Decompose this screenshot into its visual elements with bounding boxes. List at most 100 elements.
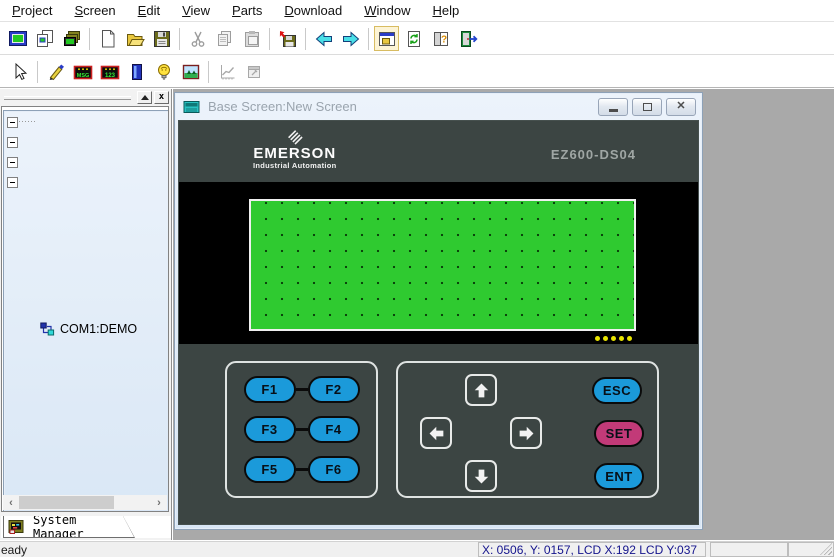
numeric-display-icon[interactable]: 123: [97, 59, 122, 84]
panel-collapse-button[interactable]: [137, 91, 152, 104]
device-key-set: SET: [594, 420, 644, 447]
device-key-f6: F6: [308, 456, 360, 483]
restore-icon: [643, 103, 652, 111]
register-icon[interactable]: [124, 59, 149, 84]
mdi-area: Base Screen:New Screen ✕: [173, 89, 834, 540]
prev-screen-icon[interactable]: [311, 26, 336, 51]
status-coordinates: X: 0506, Y: 0157, LCD X:192 LCD Y:037: [478, 542, 706, 557]
device-mockup: EMERSON Industrial Automation EZ600-DS04…: [178, 120, 699, 525]
refresh-icon[interactable]: [401, 26, 426, 51]
nav-key-group: ESCSETENT: [396, 361, 659, 498]
open-file-icon[interactable]: [122, 26, 147, 51]
message-display-icon[interactable]: MSG: [70, 59, 95, 84]
tree-expander[interactable]: [7, 117, 18, 128]
screen-cascade-icon[interactable]: [59, 26, 84, 51]
device-model-label: EZ600-DS04: [551, 147, 636, 162]
minimize-button[interactable]: [598, 98, 628, 116]
svg-text:?: ?: [440, 34, 446, 45]
toolbar-separator: [368, 28, 369, 50]
status-bar: eady X: 0506, Y: 0157, LCD X:192 LCD Y:0…: [0, 541, 834, 557]
key-connector: [296, 428, 308, 431]
key-connector: [296, 468, 308, 471]
panel-tab-row: System Manager: [1, 516, 171, 538]
menu-screen[interactable]: Screen: [63, 0, 126, 21]
menu-view[interactable]: View: [171, 0, 221, 21]
select-cursor-icon[interactable]: [7, 59, 32, 84]
copy-icon: [212, 26, 237, 51]
menu-help[interactable]: Help: [421, 0, 470, 21]
device-key-f1: F1: [244, 376, 296, 403]
panel-gripper[interactable]: [4, 96, 131, 100]
device-bezel-top: EMERSON Industrial Automation EZ600-DS04: [179, 121, 698, 182]
toolbar-separator: [269, 28, 270, 50]
new-file-icon[interactable]: [95, 26, 120, 51]
save-icon[interactable]: [149, 26, 174, 51]
emerson-diamond-icon: [285, 129, 305, 145]
toolbar-separator: [37, 61, 38, 83]
panel-header: x: [0, 89, 171, 106]
toolbar-separator: [89, 28, 90, 50]
tree-expander[interactable]: [7, 137, 18, 148]
led-row: [595, 336, 632, 341]
cut-icon: [185, 26, 210, 51]
device-key-arrow-down: [465, 460, 497, 492]
tab-system-manager[interactable]: System Manager: [3, 516, 135, 538]
trend-chart-icon: [214, 59, 239, 84]
project-tree: 10Screen ManagerNew Screen10Image Manage…: [2, 107, 168, 192]
device-key-ent: ENT: [594, 463, 644, 490]
menu-edit[interactable]: Edit: [127, 0, 171, 21]
help-icon[interactable]: ?: [428, 26, 453, 51]
exit-icon[interactable]: [455, 26, 480, 51]
device-key-arrow-left: [420, 417, 452, 449]
up-triangle-icon: [141, 95, 149, 100]
workspace: x 10Screen ManagerNew Screen10Image Mana…: [0, 89, 834, 540]
menu-window[interactable]: Window: [353, 0, 421, 21]
device-key-f5: F5: [244, 456, 296, 483]
tab-label: System Manager: [33, 513, 134, 541]
child-window-titlebar[interactable]: Base Screen:New Screen ✕: [175, 93, 702, 120]
tree-horizontal-scrollbar[interactable]: ‹ ›: [3, 495, 167, 510]
tree-item-com1-demo[interactable]: COM1:DEMO: [3, 110, 169, 512]
panel-close-button[interactable]: x: [154, 91, 169, 104]
close-button[interactable]: ✕: [666, 98, 696, 116]
device-key-f4: F4: [308, 416, 360, 443]
device-key-arrow-up: [465, 374, 497, 406]
scrollbar-track[interactable]: [19, 495, 151, 510]
base-screen-window: Base Screen:New Screen ✕: [174, 92, 703, 530]
com-port-icon: [38, 321, 56, 337]
lcd-canvas[interactable]: [249, 199, 636, 331]
child-window-title: Base Screen:New Screen: [208, 99, 594, 114]
menu-download[interactable]: Download: [273, 0, 353, 21]
scroll-left-arrow[interactable]: ‹: [3, 495, 19, 510]
menu-bar: ProjectScreenEditViewPartsDownloadWindow…: [0, 0, 834, 22]
scrollbar-thumb[interactable]: [19, 496, 114, 509]
close-icon: ✕: [676, 101, 685, 112]
screen-editor-icon[interactable]: [5, 26, 30, 51]
scroll-right-arrow[interactable]: ›: [151, 495, 167, 510]
image-part-icon[interactable]: [178, 59, 203, 84]
draw-tool-icon[interactable]: [43, 59, 68, 84]
screen-document-icon: [183, 100, 201, 114]
project-tree-box: 10Screen ManagerNew Screen10Image Manage…: [1, 106, 169, 512]
manager-panel-icon[interactable]: [374, 26, 399, 51]
menu-parts[interactable]: Parts: [221, 0, 273, 21]
tree-expander[interactable]: [7, 177, 18, 188]
led-indicator: [627, 336, 632, 341]
brand-name: EMERSON: [253, 146, 337, 161]
minimize-icon: [609, 109, 618, 112]
key-connector: [296, 388, 308, 391]
system-manager-panel: x 10Screen ManagerNew Screen10Image Mana…: [0, 89, 172, 540]
device-key-f3: F3: [244, 416, 296, 443]
resize-grip[interactable]: [788, 542, 834, 557]
restore-button[interactable]: [632, 98, 662, 116]
download-to-device-icon[interactable]: [275, 26, 300, 51]
tree-expander[interactable]: [7, 157, 18, 168]
lamp-part-icon[interactable]: [151, 59, 176, 84]
device-key-arrow-right: [510, 417, 542, 449]
menu-project[interactable]: Project: [1, 0, 63, 21]
next-screen-icon[interactable]: [338, 26, 363, 51]
function-key-group: F1F2F3F4F5F6: [225, 361, 378, 498]
device-bezel-bottom: F1F2F3F4F5F6 ESCSETENT: [179, 344, 698, 525]
tool-window-icon: [241, 59, 266, 84]
copy-screen-icon[interactable]: [32, 26, 57, 51]
